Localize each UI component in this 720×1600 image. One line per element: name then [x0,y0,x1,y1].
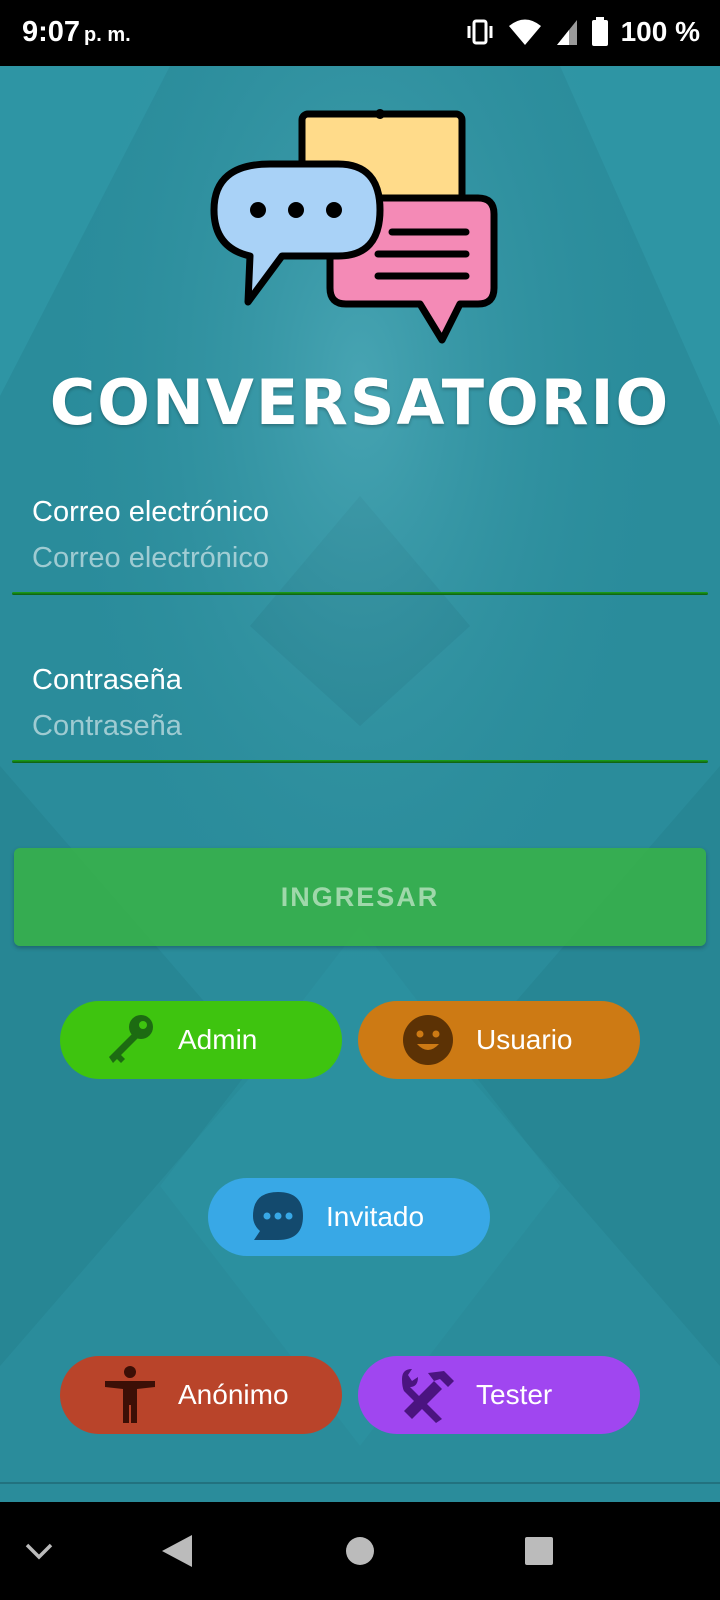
password-label: Contraseña [32,664,182,696]
password-underline [12,760,708,763]
bottom-divider [0,1482,720,1484]
anonimo-button[interactable]: Anónimo [60,1356,342,1434]
tools-icon [398,1365,458,1425]
home-icon[interactable] [335,1526,385,1576]
tester-label: Tester [476,1379,553,1410]
password-input[interactable] [32,704,692,748]
navigation-bar [0,1502,720,1600]
email-field: Correo electrónico [12,496,708,604]
status-icons: 100 % [465,16,700,48]
login-screen: CONVERSATORIO Correo electrónico Contras… [0,66,720,1502]
wifi-icon [508,19,541,45]
battery-percent: 100 % [620,16,700,47]
admin-button[interactable]: Admin [60,1001,342,1079]
chat-logo-icon [210,109,498,344]
status-time-ampm: p. m. [84,24,131,46]
status-bar: 9:07 p. m. 100 % [0,0,720,66]
invitado-label: Invitado [326,1201,425,1232]
person-icon [100,1365,160,1425]
email-input[interactable] [32,536,692,580]
key-icon [100,1010,160,1070]
invitado-button[interactable]: Invitado [208,1178,490,1256]
vibrate-icon [467,19,493,45]
chat-bubble-icon [248,1187,308,1247]
tester-button[interactable]: Tester [358,1356,640,1434]
smiley-icon [398,1010,458,1070]
chevron-down-icon[interactable] [14,1526,64,1576]
back-icon[interactable] [152,1526,202,1576]
status-time: 9:07 p. m. [22,16,131,49]
app-title: CONVERSATORIO [49,366,671,439]
status-time-value: 9:07 [22,16,81,48]
battery-icon [591,17,608,46]
admin-label: Admin [178,1024,258,1055]
email-label: Correo electrónico [32,496,269,528]
recents-icon[interactable] [514,1526,564,1576]
email-underline [12,592,708,595]
signal-icon [556,20,577,45]
usuario-label: Usuario [476,1024,573,1055]
login-button[interactable]: INGRESAR [14,848,706,946]
usuario-button[interactable]: Usuario [358,1001,640,1079]
password-field: Contraseña [12,664,708,772]
anonimo-label: Anónimo [178,1379,289,1410]
